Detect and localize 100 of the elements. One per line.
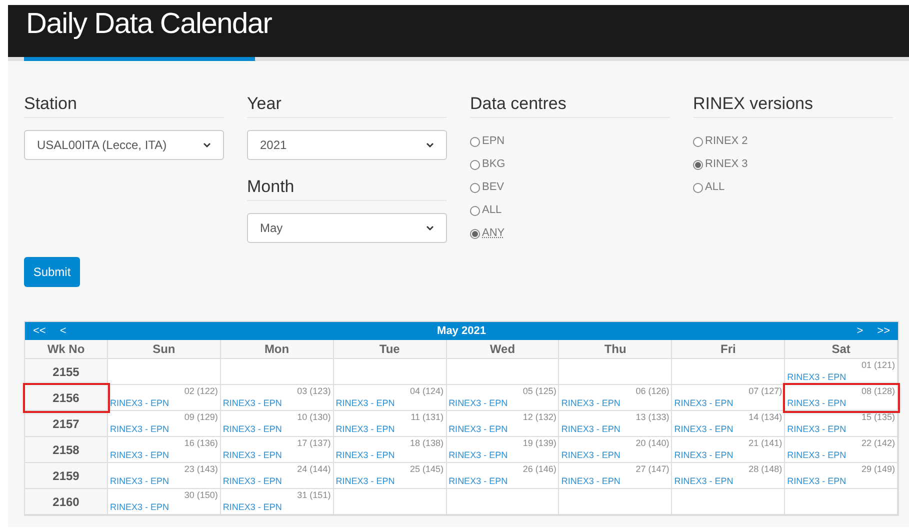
radio-option[interactable]: RINEX 2 — [693, 130, 893, 153]
data-link[interactable]: RINEX3 - EPN — [110, 475, 218, 488]
data-link[interactable]: RINEX3 - EPN — [787, 371, 895, 384]
day-cell: 11 (131) RINEX3 - EPN — [334, 411, 447, 437]
radio-button[interactable] — [470, 136, 480, 146]
radio-option[interactable]: BEV — [470, 176, 670, 199]
previous-year-link[interactable]: << — [33, 322, 46, 340]
data-link[interactable]: RINEX3 - EPN — [561, 449, 670, 462]
day-cell: 05 (125) RINEX3 - EPN — [446, 385, 560, 411]
day-cell: 04 (124) RINEX3 - EPN — [334, 385, 447, 411]
day-cell: 01 (121) RINEX3 - EPN — [785, 359, 898, 385]
dropdown[interactable]: 2021 — [247, 130, 447, 160]
radio-button[interactable] — [470, 182, 480, 192]
day-cell: 14 (134) RINEX3 - EPN — [672, 411, 786, 437]
section-heading: RINEX versions — [693, 94, 813, 113]
day-cell: 27 (147) RINEX3 - EPN — [559, 463, 672, 489]
radio-option[interactable]: BKG — [470, 153, 670, 176]
day-cell: 28 (148) RINEX3 - EPN — [672, 463, 786, 489]
column-header: Thu — [559, 340, 672, 359]
data-link[interactable]: RINEX3 - EPN — [674, 449, 782, 462]
submit-button[interactable]: Submit — [24, 257, 80, 287]
week-number-cell: 2157 — [25, 411, 108, 437]
data-link[interactable]: RINEX3 - EPN — [674, 423, 782, 436]
data-link[interactable]: RINEX3 - EPN — [336, 449, 444, 462]
chevron-down-icon — [203, 142, 211, 148]
data-link[interactable]: RINEX3 - EPN — [222, 449, 331, 462]
next-year-link[interactable]: >> — [877, 322, 890, 340]
data-link[interactable]: RINEX3 - EPN — [336, 475, 444, 488]
data-link[interactable]: RINEX3 - EPN — [110, 449, 218, 462]
data-link[interactable]: RINEX3 - EPN — [448, 475, 556, 488]
day-cell: 02 (122) RINEX3 - EPN — [108, 385, 221, 411]
column-header: Fri — [672, 340, 786, 359]
data-link[interactable]: RINEX3 - EPN — [561, 475, 670, 488]
day-cell: 15 (135) RINEX3 - EPN — [785, 411, 898, 437]
data-link[interactable]: RINEX3 - EPN — [110, 501, 218, 514]
column-header: Mon — [220, 340, 334, 359]
chevron-down-icon — [426, 225, 434, 231]
day-cell: 08 (128) RINEX3 - EPN — [785, 385, 898, 411]
data-link[interactable]: RINEX3 - EPN — [787, 397, 895, 410]
data-link[interactable]: RINEX3 - EPN — [674, 397, 782, 410]
day-cell: 16 (136) RINEX3 - EPN — [108, 437, 221, 463]
day-cell: 31 (151) RINEX3 - EPN — [220, 489, 334, 515]
data-link[interactable]: RINEX3 - EPN — [110, 423, 218, 436]
radio-button[interactable] — [470, 228, 480, 238]
dropdown[interactable]: May — [247, 213, 447, 243]
week-number-cell: 2160 — [25, 489, 108, 515]
month-title: May 2021 — [437, 324, 486, 339]
data-link[interactable]: RINEX3 - EPN — [336, 423, 444, 436]
data-link[interactable]: RINEX3 - EPN — [110, 397, 218, 410]
radio-option[interactable]: ALL — [693, 176, 893, 199]
data-link[interactable]: RINEX3 - EPN — [448, 423, 556, 436]
data-link[interactable]: RINEX3 - EPN — [336, 397, 444, 410]
radio-option[interactable]: ALL — [470, 199, 670, 222]
data-link[interactable]: RINEX3 - EPN — [448, 449, 556, 462]
column-header: Tue — [334, 340, 447, 359]
radio-button[interactable] — [693, 136, 703, 146]
radio-option[interactable]: RINEX 3 — [693, 153, 893, 176]
day-cell: 19 (139) RINEX3 - EPN — [446, 437, 560, 463]
column-header: Wed — [446, 340, 560, 359]
day-cell: 29 (149) RINEX3 - EPN — [785, 463, 898, 489]
day-cell: 18 (138) RINEX3 - EPN — [334, 437, 447, 463]
chevron-down-icon — [426, 142, 434, 148]
data-link[interactable]: RINEX3 - EPN — [222, 475, 331, 488]
data-link[interactable]: RINEX3 - EPN — [674, 475, 782, 488]
data-link[interactable]: RINEX3 - EPN — [561, 423, 670, 436]
data-link[interactable]: RINEX3 - EPN — [561, 397, 670, 410]
next-month-link[interactable]: > — [856, 322, 864, 340]
data-link[interactable]: RINEX3 - EPN — [787, 423, 895, 436]
day-cell: 07 (127) RINEX3 - EPN — [672, 385, 786, 411]
data-link[interactable]: RINEX3 - EPN — [222, 423, 331, 436]
data-link[interactable]: RINEX3 - EPN — [222, 397, 331, 410]
dropdown[interactable]: USAL00ITA (Lecce, ITA) — [24, 130, 224, 160]
radio-button[interactable] — [470, 160, 480, 170]
day-cell: 23 (143) RINEX3 - EPN — [108, 463, 221, 489]
day-cell: 10 (130) RINEX3 - EPN — [220, 411, 334, 437]
day-cell: 24 (144) RINEX3 - EPN — [220, 463, 334, 489]
section-heading: Data centres — [470, 94, 566, 113]
day-cell: 17 (137) RINEX3 - EPN — [220, 437, 334, 463]
data-link[interactable]: RINEX3 - EPN — [448, 397, 556, 410]
day-cell: 09 (129) RINEX3 - EPN — [108, 411, 221, 437]
radio-button[interactable] — [693, 160, 703, 170]
radio-button[interactable] — [470, 206, 480, 216]
day-cell: 22 (142) RINEX3 - EPN — [785, 437, 898, 463]
day-cell: 12 (132) RINEX3 - EPN — [446, 411, 560, 437]
day-cell: 20 (140) RINEX3 - EPN — [559, 437, 672, 463]
previous-month-link[interactable]: < — [60, 322, 66, 340]
radio-button[interactable] — [693, 182, 703, 192]
column-header: Sun — [108, 340, 221, 359]
section-heading: Station — [24, 94, 77, 113]
day-cell: 30 (150) RINEX3 - EPN — [108, 489, 221, 515]
day-cell: 26 (146) RINEX3 - EPN — [446, 463, 560, 489]
section-heading: Year — [247, 94, 282, 113]
data-link[interactable]: RINEX3 - EPN — [787, 449, 895, 462]
data-link[interactable]: RINEX3 - EPN — [222, 501, 331, 514]
data-link[interactable]: RINEX3 - EPN — [787, 475, 895, 488]
day-cell: 13 (133) RINEX3 - EPN — [559, 411, 672, 437]
week-number-cell: 2158 — [25, 437, 108, 463]
radio-option[interactable]: ANY — [470, 222, 670, 245]
radio-option[interactable]: EPN — [470, 130, 670, 153]
day-cell: 25 (145) RINEX3 - EPN — [334, 463, 447, 489]
